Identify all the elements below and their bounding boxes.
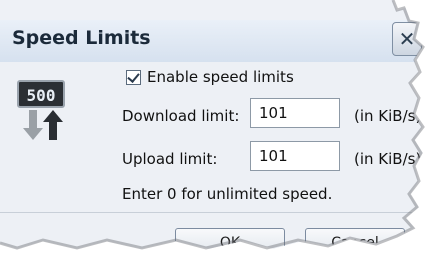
speed-limits-dialog: Speed Limits ✕ 500 Enable speed limits D… — [0, 0, 423, 249]
upload-limit-label: Upload limit: — [122, 150, 218, 168]
download-arrow-icon — [23, 110, 43, 140]
upload-limit-input[interactable]: 101 — [250, 141, 340, 171]
speed-display-value: 500 — [27, 86, 56, 105]
ok-button[interactable]: OK — [175, 228, 285, 249]
enable-speed-limits-checkbox[interactable] — [126, 69, 141, 85]
download-limit-label: Download limit: — [122, 107, 240, 125]
upload-limit-unit: (in KiB/s) — [354, 150, 422, 168]
upload-arrow-icon — [43, 110, 63, 140]
close-button[interactable]: ✕ — [392, 22, 422, 56]
cancel-button[interactable]: Cancel — [305, 228, 405, 249]
torn-paper-frame: Speed Limits ✕ 500 Enable speed limits D… — [0, 0, 427, 259]
enable-speed-limits-row[interactable]: Enable speed limits — [126, 67, 294, 87]
dialog-title: Speed Limits — [12, 27, 151, 49]
enable-speed-limits-label: Enable speed limits — [147, 68, 294, 86]
download-limit-input[interactable]: 101 — [250, 98, 340, 128]
speed-limit-icon: 500 — [17, 80, 65, 140]
download-limit-unit: (in KiB/s) — [354, 107, 422, 125]
unlimited-hint: Enter 0 for unlimited speed. — [122, 185, 333, 203]
